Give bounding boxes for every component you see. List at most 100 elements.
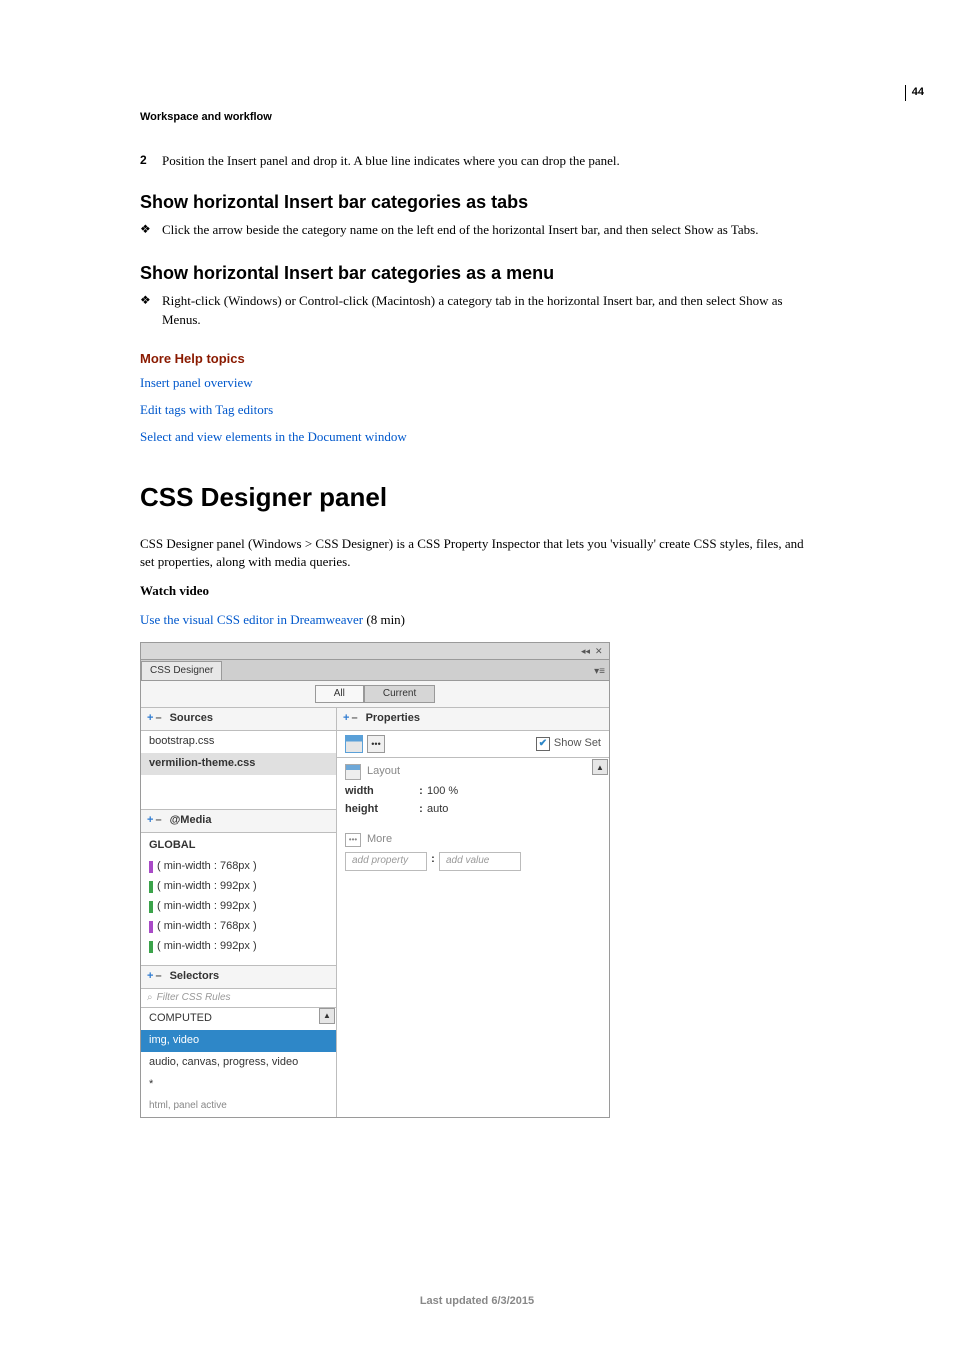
bullet-item: ❖ Click the arrow beside the category na… xyxy=(140,221,814,240)
more-category-icon[interactable]: ••• xyxy=(367,735,385,753)
bullet-symbol: ❖ xyxy=(140,292,162,330)
section-heading: Show horizontal Insert bar categories as… xyxy=(140,260,814,286)
media-header: + – @Media xyxy=(141,809,336,833)
property-value: auto xyxy=(427,802,448,818)
add-property-value[interactable]: add value xyxy=(439,852,521,871)
media-bar-icon xyxy=(149,901,153,913)
media-item[interactable]: ( min-width : 992px ) xyxy=(141,937,336,957)
more-group-head: ••• More xyxy=(345,832,601,848)
selectors-header: + – Selectors xyxy=(141,965,336,989)
selector-item[interactable]: COMPUTED xyxy=(141,1008,336,1030)
bullet-item: ❖ Right-click (Windows) or Control-click… xyxy=(140,292,814,330)
media-list: GLOBAL ( min-width : 768px ) ( min-width… xyxy=(141,833,336,965)
colon: : xyxy=(415,784,427,800)
add-property-name[interactable]: add property xyxy=(345,852,427,871)
help-link[interactable]: Select and view elements in the Document… xyxy=(140,428,814,447)
filter-placeholder: Filter CSS Rules xyxy=(157,991,231,1006)
more-group-label: More xyxy=(367,832,392,848)
add-selector-icon[interactable]: + xyxy=(147,969,153,985)
tab-current[interactable]: Current xyxy=(364,685,435,704)
sources-title: Sources xyxy=(170,711,213,727)
css-designer-screenshot: ◂◂ ✕ CSS Designer ▾≡ All Current + – Sou… xyxy=(140,642,610,1118)
video-duration: (8 min) xyxy=(363,612,405,627)
help-link[interactable]: Edit tags with Tag editors xyxy=(140,401,814,420)
media-bar-icon xyxy=(149,921,153,933)
properties-body: ▲ Layout width : 100 % height : xyxy=(337,758,609,1036)
media-bar-icon xyxy=(149,941,153,953)
tab-all[interactable]: All xyxy=(315,685,364,704)
scroll-up-icon[interactable]: ▲ xyxy=(319,1008,335,1024)
media-item[interactable]: ( min-width : 768px ) xyxy=(141,917,336,937)
sources-list: bootstrap.css vermilion-theme.css xyxy=(141,731,336,809)
layout-group-head: Layout xyxy=(345,764,601,780)
add-media-icon[interactable]: + xyxy=(147,813,153,829)
selectors-title: Selectors xyxy=(170,969,220,985)
media-item[interactable]: ( min-width : 992px ) xyxy=(141,877,336,897)
intro-paragraph: CSS Designer panel (Windows > CSS Design… xyxy=(140,535,814,573)
step-text: Position the Insert panel and drop it. A… xyxy=(162,152,814,171)
selectors-list: ▲ COMPUTED img, video audio, canvas, pro… xyxy=(141,1008,336,1116)
video-link[interactable]: Use the visual CSS editor in Dreamweaver xyxy=(140,612,363,627)
panel-menu-icon[interactable]: ▾≡ xyxy=(594,665,609,680)
properties-title: Properties xyxy=(366,711,420,727)
layout-icon xyxy=(345,764,361,780)
scroll-up-icon[interactable]: ▲ xyxy=(592,759,608,775)
remove-source-icon[interactable]: – xyxy=(155,711,161,727)
page-number: 44 xyxy=(905,85,924,101)
properties-category-bar: ••• ✔ Show Set xyxy=(337,731,609,758)
source-item[interactable]: bootstrap.css xyxy=(141,731,336,753)
property-row[interactable]: width : 100 % xyxy=(345,784,601,800)
colon: : xyxy=(415,802,427,818)
remove-property-icon[interactable]: – xyxy=(351,711,357,727)
source-item[interactable]: vermilion-theme.css xyxy=(141,753,336,775)
search-icon: ⌕ xyxy=(147,991,153,1006)
mode-tabs: All Current xyxy=(141,681,609,709)
media-item[interactable]: ( min-width : 992px ) xyxy=(141,897,336,917)
remove-selector-icon[interactable]: – xyxy=(155,969,161,985)
footer-updated: Last updated 6/3/2015 xyxy=(0,1294,954,1310)
add-property-icon[interactable]: + xyxy=(343,711,349,727)
media-title: @Media xyxy=(170,813,212,829)
selector-item-partial: html, panel active xyxy=(141,1096,336,1117)
panel-tab-css-designer[interactable]: CSS Designer xyxy=(141,661,222,680)
add-property-row[interactable]: add property : add value xyxy=(345,852,601,871)
step-number: 2 xyxy=(140,152,162,171)
sources-header: + – Sources xyxy=(141,708,336,731)
bullet-symbol: ❖ xyxy=(140,221,162,240)
property-row[interactable]: height : auto xyxy=(345,802,601,818)
show-set-toggle[interactable]: ✔ Show Set xyxy=(536,736,601,752)
layout-category-icon[interactable] xyxy=(345,735,363,753)
selector-item[interactable]: audio, canvas, progress, video xyxy=(141,1052,336,1074)
show-set-label: Show Set xyxy=(554,736,601,752)
collapse-icon[interactable]: ◂◂ xyxy=(581,647,591,655)
step-item: 2 Position the Insert panel and drop it.… xyxy=(140,152,814,171)
selector-item[interactable]: img, video xyxy=(141,1030,336,1052)
media-global[interactable]: GLOBAL xyxy=(141,835,336,857)
filter-row[interactable]: ⌕ Filter CSS Rules xyxy=(141,989,336,1009)
panel-tab-row: CSS Designer ▾≡ xyxy=(140,659,610,680)
property-name: height xyxy=(345,802,415,818)
checkbox-icon: ✔ xyxy=(536,737,550,751)
bullet-text: Right-click (Windows) or Control-click (… xyxy=(162,292,814,330)
properties-header: + – Properties xyxy=(337,708,609,731)
remove-media-icon[interactable]: – xyxy=(155,813,161,829)
layout-group-label: Layout xyxy=(367,764,400,780)
page-title: CSS Designer panel xyxy=(140,479,814,517)
section-heading: Show horizontal Insert bar categories as… xyxy=(140,189,814,215)
help-link[interactable]: Insert panel overview xyxy=(140,374,814,393)
media-bar-icon xyxy=(149,881,153,893)
close-icon[interactable]: ✕ xyxy=(595,647,605,655)
property-value: 100 % xyxy=(427,784,458,800)
bullet-text: Click the arrow beside the category name… xyxy=(162,221,814,240)
watch-video-label: Watch video xyxy=(140,582,814,601)
video-line: Use the visual CSS editor in Dreamweaver… xyxy=(140,611,814,630)
media-item[interactable]: ( min-width : 768px ) xyxy=(141,857,336,877)
colon: : xyxy=(427,852,439,871)
add-source-icon[interactable]: + xyxy=(147,711,153,727)
panel-titlebar: ◂◂ ✕ xyxy=(140,642,610,659)
more-icon: ••• xyxy=(345,833,361,847)
breadcrumb: Workspace and workflow xyxy=(140,110,814,126)
selector-item[interactable]: * xyxy=(141,1074,336,1096)
media-bar-icon xyxy=(149,861,153,873)
more-help-heading: More Help topics xyxy=(140,350,814,369)
